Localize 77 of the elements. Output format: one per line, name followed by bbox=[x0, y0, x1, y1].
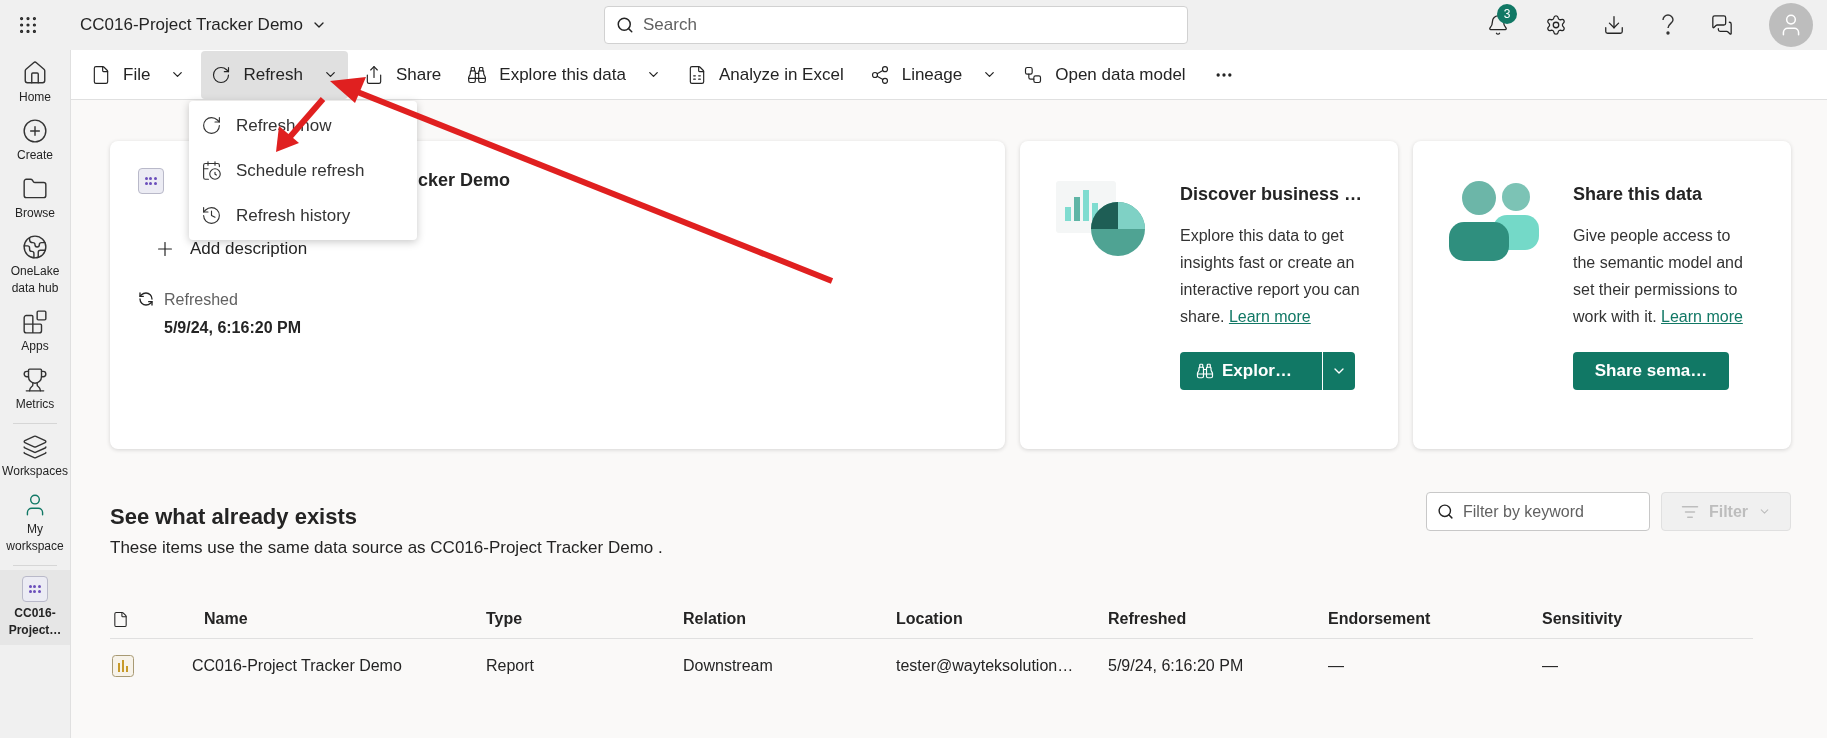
card-heading: Discover business … bbox=[1180, 183, 1362, 206]
table-cell-text: Downstream bbox=[683, 655, 774, 676]
refresh-icon bbox=[138, 290, 154, 307]
learn-more-link[interactable]: Learn more bbox=[1228, 308, 1311, 325]
learn-more-link[interactable]: Learn more bbox=[1661, 308, 1743, 325]
file-icon bbox=[91, 64, 111, 85]
home-icon bbox=[22, 60, 48, 86]
table-cell[interactable]: CC016-Project Tracker Demo bbox=[192, 653, 486, 678]
card-description: Give people access to the semantic model and set their permissions to work with it. Learn more bbox=[1573, 226, 1744, 327]
search-icon bbox=[1437, 503, 1454, 520]
lineage-icon bbox=[869, 64, 890, 85]
model-icon bbox=[138, 167, 164, 194]
report-icon bbox=[112, 654, 134, 677]
model-icon bbox=[22, 576, 48, 602]
calendar-clock-icon bbox=[201, 160, 222, 181]
section-subtitle: These items use the same data source as CC016-Project Tracker Demo . bbox=[110, 537, 663, 559]
sidebar-item[interactable]: Browse bbox=[0, 170, 70, 228]
toolbar-button[interactable]: Analyze in Excel bbox=[676, 50, 854, 99]
globe-icon bbox=[22, 234, 48, 260]
trophy-icon bbox=[22, 367, 48, 393]
filter-field[interactable]: Filter by keyword bbox=[1426, 492, 1650, 531]
search-field[interactable]: Search bbox=[603, 6, 1188, 44]
file-type-icon bbox=[112, 610, 129, 628]
explore-button[interactable]: Explor… bbox=[1180, 352, 1322, 390]
sidebar-item[interactable]: My workspace bbox=[0, 486, 70, 561]
sidebar-item[interactable]: Create bbox=[0, 112, 70, 170]
plus-circle-icon bbox=[22, 118, 48, 144]
column-header[interactable]: Type bbox=[486, 607, 683, 631]
download-icon[interactable] bbox=[1603, 14, 1625, 36]
feedback-icon[interactable] bbox=[1711, 14, 1733, 36]
explore-dropdown-button[interactable] bbox=[1322, 352, 1355, 390]
sidebar-item[interactable]: Metrics bbox=[0, 361, 70, 419]
column-header[interactable]: Location bbox=[896, 607, 1108, 631]
data-model-icon bbox=[1023, 64, 1044, 85]
toolbar-button[interactable]: Lineage bbox=[859, 50, 1008, 99]
menu-item[interactable]: Schedule refresh bbox=[189, 148, 417, 193]
sidebar-item[interactable]: CC016-Project… bbox=[0, 570, 70, 645]
toolbar-button[interactable]: Refresh bbox=[201, 50, 348, 99]
help-icon[interactable] bbox=[1661, 14, 1675, 36]
sidebar-item[interactable]: Home bbox=[0, 54, 70, 112]
sidebar-item[interactable]: OneLake data hub bbox=[0, 228, 70, 303]
table-cell-text: — bbox=[1542, 655, 1559, 676]
model-title: cker Demo bbox=[418, 169, 511, 192]
layers-icon bbox=[22, 434, 48, 460]
apps-icon bbox=[22, 309, 48, 335]
menu-item[interactable]: Refresh history bbox=[189, 193, 417, 238]
refresh-icon bbox=[211, 64, 232, 85]
toolbar-button[interactable]: Explore this data bbox=[457, 50, 671, 99]
table-cell-text: tester@wayteksolution… bbox=[896, 655, 1075, 676]
column-header[interactable]: Name bbox=[204, 607, 486, 631]
section-heading: See what already exists bbox=[110, 503, 359, 531]
table-cell-text: 5/9/24, 6:16:20 PM bbox=[1108, 655, 1245, 676]
history-icon bbox=[201, 205, 222, 226]
card-description: Explore this data to get insights fast or create an interactive report you can share. Learn more bbox=[1180, 226, 1361, 327]
column-header[interactable]: Endorsement bbox=[1328, 607, 1542, 631]
toolbar-button[interactable]: Open data model bbox=[1013, 50, 1196, 99]
refreshed-label: Refreshed bbox=[164, 289, 239, 310]
binoculars-icon bbox=[467, 64, 488, 85]
toolbar-button[interactable]: Share bbox=[353, 50, 452, 99]
column-header[interactable]: Relation bbox=[683, 607, 896, 631]
notification-count: 3 bbox=[1497, 4, 1517, 24]
toolbar-button[interactable]: File bbox=[81, 50, 196, 99]
share-button[interactable]: Share sema… bbox=[1573, 352, 1729, 390]
sidebar-item[interactable]: Workspaces bbox=[0, 428, 70, 486]
column-header[interactable]: Refreshed bbox=[1108, 607, 1328, 631]
refresh-icon bbox=[201, 115, 222, 136]
card-heading: Share this data bbox=[1573, 183, 1704, 206]
sidebar-item[interactable]: Apps bbox=[0, 303, 70, 361]
column-header[interactable]: Sensitivity bbox=[1542, 607, 1742, 631]
table-cell-text: Report bbox=[486, 655, 536, 676]
binoculars-icon bbox=[1196, 362, 1214, 380]
workspace-title[interactable]: CC016-Project Tracker Demo bbox=[80, 12, 327, 38]
add-description[interactable]: Add description bbox=[190, 236, 308, 262]
search-icon bbox=[615, 16, 634, 34]
table-cell-text: — bbox=[1328, 655, 1345, 676]
refreshed-value: 5/9/24, 6:16:20 PM bbox=[164, 317, 301, 338]
settings-icon[interactable] bbox=[1545, 14, 1567, 36]
